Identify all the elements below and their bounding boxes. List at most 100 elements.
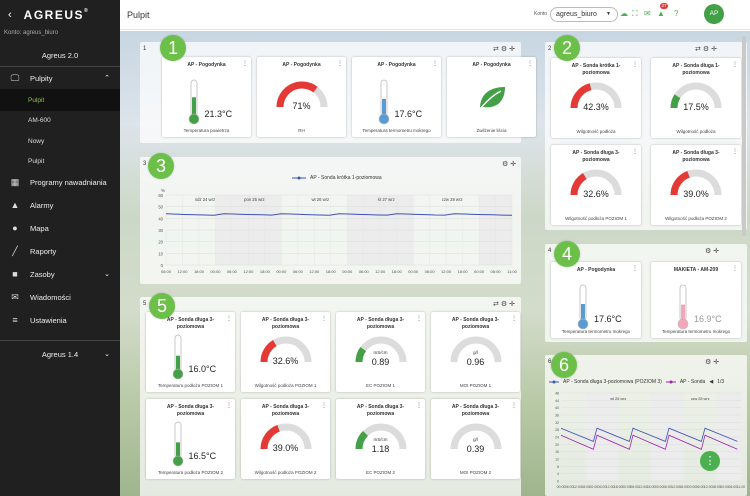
widget-card[interactable]: MAKIETA - AM-209 ⋮ Temperatura termometru … [651,262,741,338]
widget-card[interactable]: AP - Sonda długa 3-poziomowa ⋮ Temperatura… [146,312,235,392]
thermometer-bulb [677,318,689,330]
widget-caption: Temperatura podłoża POZIOM 1 [157,383,224,388]
panel-controls[interactable]: ⇄⚙✛ [493,45,517,53]
version-switcher[interactable]: Agreus 1.4 ⌄ [0,343,120,365]
sidebar-subitem-nowy[interactable]: Nowy [0,130,120,152]
widget-value: 0.89 [371,357,390,367]
widget-card[interactable]: AP - Sonda długa 3-poziomowa ⋮ Wilgotność … [651,145,741,225]
thermometer-icon [172,421,183,467]
sidebar-subitem-pulpit-2[interactable]: Pulpit [0,150,120,172]
calendar-icon: ▦ [10,176,20,187]
callout-6: 6 [551,352,577,378]
day-label: czw 28 wrz [691,397,710,401]
thermometer-icon [188,79,199,125]
avatar[interactable]: AP [704,4,724,24]
kebab-menu-icon[interactable]: ⋮ [511,402,517,409]
globe-icon: ● [12,223,18,233]
y-tick-label: 20 [158,240,163,245]
sidebar-subitem-am600[interactable]: AM-600 [0,109,120,131]
legend-prev-icon[interactable]: ◀ [709,379,713,385]
kebab-menu-icon[interactable]: ⋮ [632,61,638,68]
kebab-menu-icon[interactable]: ⋮ [242,60,248,67]
scrollbar[interactable] [742,36,746,236]
sidebar-item-mapa[interactable]: ● Mapa [0,217,120,239]
panel-number: 3 [143,161,147,167]
x-tick-label: 06:00 [425,269,436,274]
sidebar-item-pulpity[interactable]: 🖵 Pulpity ⌃ [0,67,120,89]
kebab-menu-icon[interactable]: ⋮ [511,315,517,322]
more-options-fab[interactable]: ⋮ [700,451,720,471]
thermometer-icon [577,284,589,330]
sidebar-item-alarmy[interactable]: ▲ Alarmy [0,194,120,216]
widget-card[interactable]: AP - Sonda długa 1-poziomowa ⋮ Wilgotność … [651,58,741,138]
widget-unit: g/l [473,350,478,355]
widget-card[interactable]: AP - Sonda długa 3-poziomowa ⋮ Wilgotność … [241,312,330,392]
back-arrow-icon[interactable]: ‹ [8,9,12,21]
widget-card[interactable]: AP - Pogodynka ⋮ Temperatura termometru mo… [352,57,441,137]
sidebar-item-zasoby[interactable]: ■ Zasoby ⌄ [0,263,120,285]
widget-caption: Temperatura termometru mokrego [661,329,731,334]
notifications-badge: 27 [660,3,669,9]
widget-title: AP - Pogodynka [472,62,511,68]
chevron-down-icon: ⌄ [104,271,110,278]
panel-controls[interactable]: ⚙✛ [705,358,721,366]
panel-controls[interactable]: ⇄⚙✛ [695,45,719,53]
sidebar-item-wiadomosci[interactable]: ✉ Wiadomości [0,286,120,308]
kebab-menu-icon[interactable]: ⋮ [527,60,533,67]
kebab-menu-icon[interactable]: ⋮ [732,265,738,272]
legend-series-name: AP - Sonda długa 3-poziomowa (POZIOM 3) [563,379,662,385]
widget-card[interactable]: AP - Pogodynka ⋮ Temperatura powietrza 21.3… [162,57,251,137]
page-title: Pulpit [127,10,150,20]
cloud-icon[interactable]: ☁ [620,9,628,18]
widget-card[interactable]: AP - Sonda długa 3-poziomowa ⋮ Temperatura… [146,399,235,479]
widget-card[interactable]: AP - Pogodynka ⋮ Zwilżenie liścia [447,57,536,137]
kebab-menu-icon[interactable]: ⋮ [321,315,327,322]
panel-controls[interactable]: ⇄⚙✛ [493,300,517,308]
account-select[interactable]: agreus_biuro ▼ [550,7,618,22]
sidebar-item-programy[interactable]: ▦ Programy nawadniania [0,171,120,193]
widget-caption: Wilgotność podłoża POZIOM 2 [665,216,727,221]
widget-card[interactable]: AP - Sonda długa 3-poziomowa ⋮ EC POZIOM 2… [336,399,425,479]
widget-card[interactable]: AP - Sonda długa 3-poziomowa ⋮ Wilgotność … [551,145,641,225]
sidebar-item-ustawienia[interactable]: ≡ Ustawienia [0,309,120,331]
mail-icon[interactable]: ✉ [644,9,651,18]
widget-card[interactable]: AP - Sonda długa 3-poziomowa ⋮ EC POZIOM 1… [336,312,425,392]
widget-title: AP - Sonda długa 3-poziomowa [451,317,500,330]
fullscreen-icon[interactable]: ⛶ [632,9,638,19]
widget-caption: MOI POZIOM 2 [459,470,492,475]
panel-5: 5 ⇄⚙✛ AP - Sonda długa 3-poziomowa ⋮ Tempe… [140,297,521,496]
widget-card[interactable]: AP - Sonda długa 3-poziomowa ⋮ MOI POZIOM … [431,312,520,392]
panel-controls[interactable]: ⚙✛ [502,160,518,168]
kebab-menu-icon[interactable]: ⋮ [432,60,438,67]
sidebar-item-raporty[interactable]: ╱ Raporty [0,240,120,262]
widget-card[interactable]: AP - Sonda długa 3-poziomowa ⋮ MOI POZIOM … [431,399,520,479]
chart-legend[interactable]: AP - Sonda długa 3-poziomowa (POZIOM 3) … [549,379,745,385]
monitor-icon: 🖵 [10,72,20,83]
kebab-menu-icon[interactable]: ⋮ [732,148,738,155]
y-tick-label: 0 [557,480,559,484]
panel-controls[interactable]: ⚙✛ [705,247,721,255]
widget-card[interactable]: AP - Sonda długa 3-poziomowa ⋮ Wilgotność … [241,399,330,479]
kebab-menu-icon[interactable]: ⋮ [732,61,738,68]
kebab-menu-icon[interactable]: ⋮ [337,60,343,67]
widget-value: 16.9°C [694,314,722,324]
kebab-menu-icon[interactable]: ⋮ [632,148,638,155]
bell-icon[interactable]: ▲ [657,9,665,18]
kebab-menu-icon[interactable]: ⋮ [321,402,327,409]
kebab-menu-icon[interactable]: ⋮ [226,402,232,409]
kebab-menu-icon[interactable]: ⋮ [632,265,638,272]
sidebar-subitem-pulpit[interactable]: Pulpit [0,89,120,111]
widget-value: 1.18 [371,444,390,454]
kebab-menu-icon[interactable]: ⋮ [416,402,422,409]
kebab-menu-icon[interactable]: ⋮ [226,315,232,322]
callout-3: 3 [148,153,174,179]
widget-value: 16.0°C [188,364,217,374]
widget-caption: Temperatura termometru mokrego [362,128,431,133]
y-tick-label: 4 [557,472,559,476]
widget-card[interactable]: AP - Pogodynka ⋮ Temperatura termometru mo… [551,262,641,338]
widget-card[interactable]: AP - Pogodynka ⋮ RH 71% [257,57,346,137]
help-icon[interactable]: ? [674,9,678,18]
widget-title: AP - Sonda długa 3-poziomowa [356,317,405,330]
widget-card[interactable]: AP - Sonda krótka 1-poziomowa ⋮ Wilgotność… [551,58,641,138]
kebab-menu-icon[interactable]: ⋮ [416,315,422,322]
